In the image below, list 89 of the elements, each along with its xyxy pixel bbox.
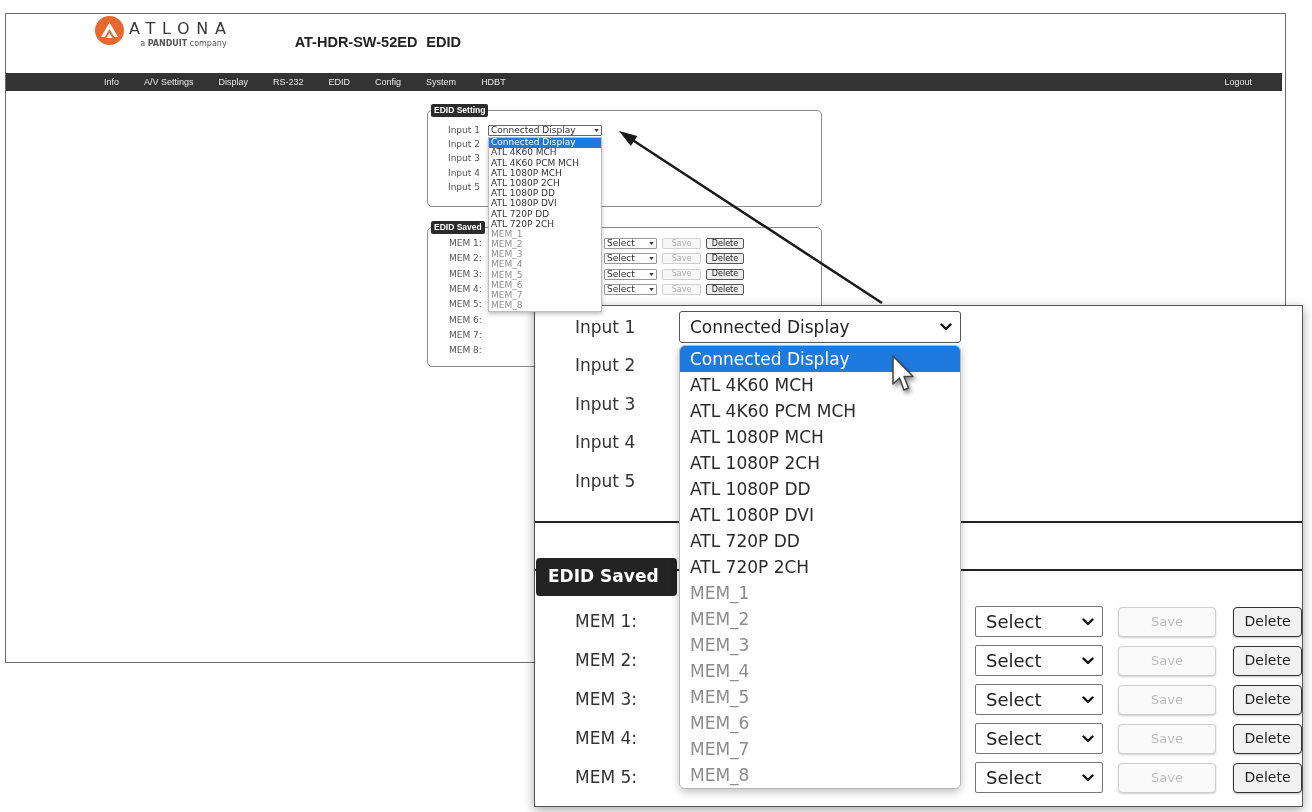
input-label: Input 1 (575, 315, 636, 339)
edid-select[interactable]: Select (975, 723, 1103, 754)
input-label: Input 4 (448, 168, 480, 178)
logout-link[interactable]: Logout (1224, 77, 1252, 87)
dropdown-option[interactable]: ATL 1080P MCH (489, 168, 601, 179)
edid-select[interactable]: Select (604, 238, 657, 250)
delete-button[interactable]: Delete (706, 284, 744, 296)
delete-button[interactable]: Delete (1233, 723, 1302, 754)
memory-label: MEM 2: (575, 648, 638, 672)
panel-legend: EDID Saved (431, 221, 485, 234)
dropdown-option[interactable]: ATL 1080P 2CH (489, 178, 601, 189)
chevron-down-icon (1082, 773, 1094, 782)
dropdown-option[interactable]: ATL 720P DD (489, 208, 601, 220)
dropdown-option[interactable]: ATL 720P 2CH (680, 554, 960, 581)
delete-button[interactable]: Delete (1233, 762, 1302, 793)
input-label: Input 5 (448, 182, 480, 192)
nav-link[interactable]: Info (104, 77, 119, 87)
dropdown-option[interactable]: Connected Display (489, 137, 601, 148)
memory-label: MEM 7: (449, 330, 482, 340)
edid-select[interactable]: Connected Display (488, 124, 602, 136)
dropdown-option[interactable]: ATL 1080P DD (680, 476, 960, 503)
nav-link[interactable]: A/V Settings (144, 77, 194, 87)
chevron-down-icon (1082, 656, 1094, 665)
memory-label: MEM 3: (449, 269, 482, 279)
dropdown-option[interactable]: ATL 1080P DVI (489, 198, 601, 209)
dropdown-option[interactable]: ATL 4K60 PCM MCH (680, 398, 960, 425)
delete-button[interactable]: Delete (1233, 684, 1302, 715)
memory-label: MEM 5: (449, 300, 482, 310)
edid-select[interactable]: Select (604, 268, 657, 280)
dropdown-option[interactable]: ATL 720P DD (680, 528, 960, 555)
nav-link[interactable]: RS-232 (273, 77, 304, 87)
memory-label: MEM 1: (449, 239, 482, 249)
edid-select[interactable]: Select (975, 606, 1103, 637)
memory-label: MEM 5: (575, 765, 638, 789)
input-label: Input 2 (575, 354, 636, 377)
edid-select[interactable]: Select (975, 762, 1103, 793)
caret-down-icon (594, 128, 599, 132)
caret-down-icon (649, 288, 654, 292)
memory-label: MEM 1: (575, 609, 638, 633)
nav-link[interactable]: System (426, 77, 457, 87)
nav-link[interactable]: Display (218, 77, 249, 87)
panel-legend: EDID Setting (431, 104, 489, 117)
input-label: Input 3 (448, 154, 480, 164)
device-model-title: AT-HDR-SW-52ED (294, 33, 418, 52)
caret-down-icon (649, 272, 654, 276)
delete-button[interactable]: Delete (1233, 606, 1302, 637)
memory-label: MEM 4: (575, 726, 638, 750)
dropdown-option[interactable]: ATL 1080P MCH (680, 424, 960, 451)
edid-select[interactable]: Select (604, 253, 657, 265)
logo-tagline: a PANDUIT company (140, 39, 227, 48)
memory-label: MEM 3: (575, 687, 638, 711)
chevron-down-icon (1082, 617, 1094, 626)
input-label: Input 2 (448, 139, 480, 149)
dropdown-option[interactable]: ATL 4K60 MCH (489, 147, 601, 158)
caret-down-icon (649, 242, 654, 246)
memory-label: MEM 8: (449, 346, 482, 356)
chevron-down-icon (940, 323, 952, 332)
dropdown-option[interactable]: ATL 4K60 PCM MCH (489, 158, 601, 169)
delete-button[interactable]: Delete (706, 253, 744, 265)
dropdown-option[interactable]: ATL 720P 2CH (489, 219, 601, 230)
delete-button[interactable]: Delete (706, 238, 744, 250)
edid-select[interactable]: Select (975, 684, 1103, 715)
panel-legend: EDID Saved (536, 558, 677, 596)
edid-select[interactable]: Connected Display (679, 311, 961, 344)
memory-label: MEM 6: (449, 315, 482, 325)
chevron-down-icon (1082, 695, 1094, 704)
page-title: EDID (426, 33, 461, 52)
nav-link[interactable]: EDID (328, 77, 351, 87)
delete-button[interactable]: Delete (1233, 645, 1302, 676)
edid-select[interactable]: Select (604, 284, 657, 296)
nav-link[interactable]: Config (375, 77, 402, 87)
delete-button[interactable]: Delete (706, 268, 744, 280)
chevron-down-icon (1082, 734, 1094, 743)
input-label: Input 5 (575, 469, 636, 493)
caret-down-icon (649, 257, 654, 261)
memory-label: MEM 2: (449, 254, 482, 264)
dropdown-option[interactable]: ATL 1080P DVI (680, 502, 960, 529)
edid-select[interactable]: Select (975, 645, 1103, 676)
logo-icon (95, 16, 124, 45)
nav-link[interactable]: HDBT (481, 77, 506, 87)
memory-label: MEM 4: (449, 285, 482, 295)
input-label: Input 1 (448, 125, 480, 135)
logo-wordmark: ATLONA (129, 21, 233, 37)
input-label: Input 3 (575, 392, 636, 416)
dropdown-option[interactable]: ATL 1080P 2CH (680, 450, 960, 477)
dropdown-option[interactable]: Connected Display (680, 346, 960, 373)
dropdown-option[interactable]: ATL 1080P DD (489, 188, 601, 199)
input-label: Input 4 (575, 431, 636, 454)
dropdown-option[interactable]: ATL 4K60 MCH (680, 372, 960, 399)
